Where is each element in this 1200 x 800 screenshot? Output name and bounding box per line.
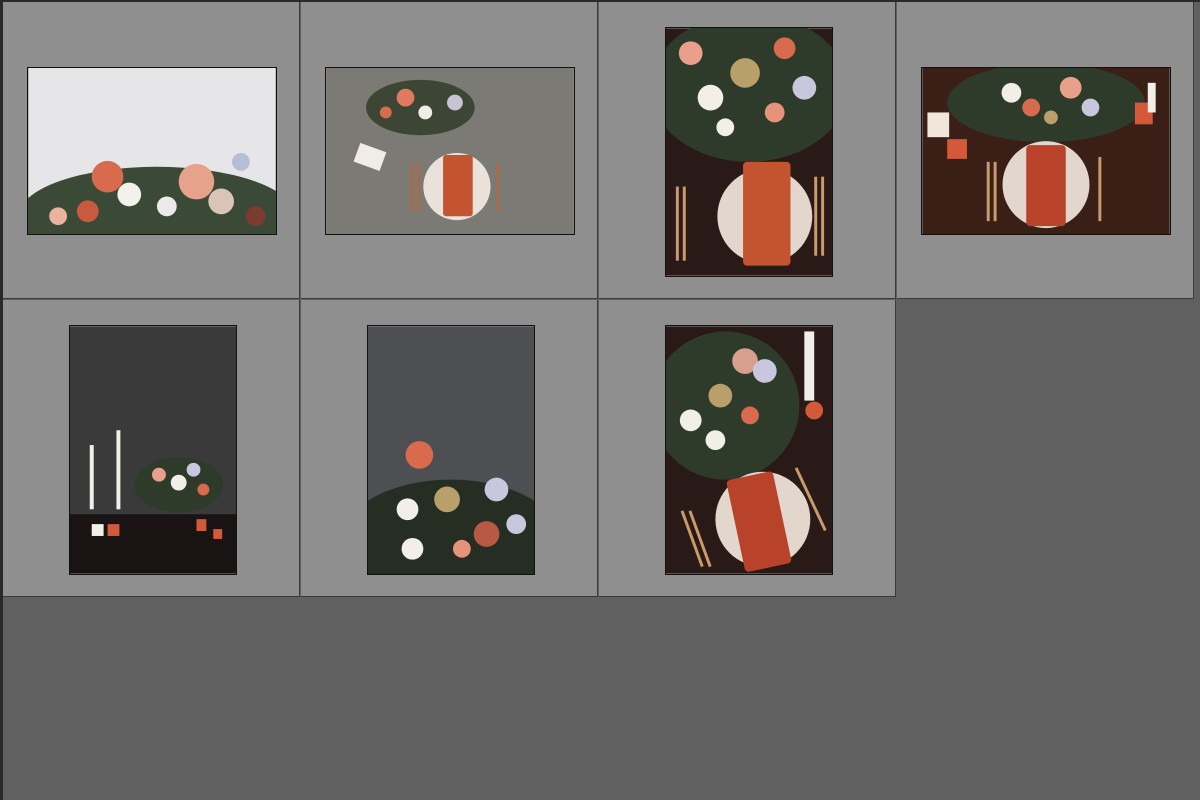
photo-thumbnail-5-image — [70, 326, 236, 574]
photo-thumbnail-5[interactable] — [69, 325, 237, 575]
photo-thumbnail-6-image — [368, 326, 534, 574]
photo-thumbnail-4[interactable] — [921, 67, 1171, 235]
photo-thumbnail-6[interactable] — [367, 325, 535, 575]
grid-cell-7[interactable] — [599, 300, 896, 597]
photo-thumbnail-2[interactable] — [325, 67, 575, 235]
photo-thumbnail-1-image — [28, 68, 276, 234]
photo-thumbnail-3-image — [666, 28, 832, 276]
photo-thumbnail-4-image — [922, 68, 1170, 234]
photo-thumbnail-3[interactable] — [665, 27, 833, 277]
grid-cell-2[interactable] — [301, 2, 598, 299]
grid-cell-6[interactable] — [301, 300, 598, 597]
grid-view — [0, 0, 1200, 800]
grid-cell-3[interactable] — [599, 2, 896, 299]
photo-thumbnail-2-image — [326, 68, 574, 234]
grid-cell-1[interactable] — [3, 2, 300, 299]
photo-thumbnail-1[interactable] — [27, 67, 277, 235]
photo-thumbnail-7[interactable] — [665, 325, 833, 575]
grid-cell-5[interactable] — [3, 300, 300, 597]
grid-cell-4[interactable] — [897, 2, 1194, 299]
photo-thumbnail-7-image — [666, 326, 832, 574]
